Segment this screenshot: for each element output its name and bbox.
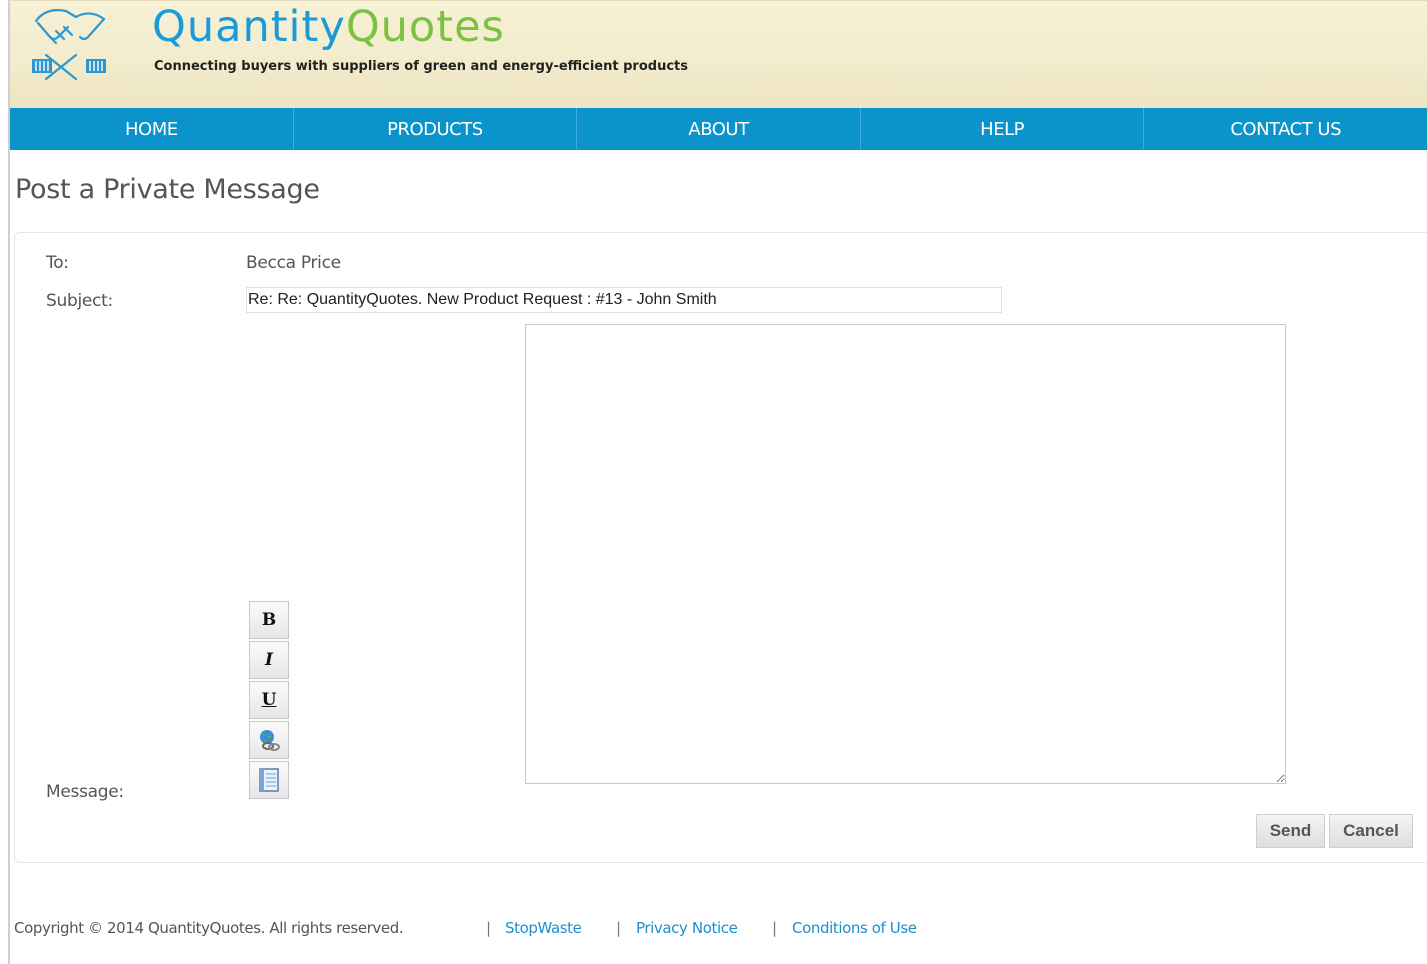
nav-contact-us[interactable]: CONTACT US <box>1143 108 1427 150</box>
copyright-text: Copyright © 2014 QuantityQuotes. All rig… <box>14 919 404 937</box>
bold-button[interactable]: B <box>249 601 289 639</box>
italic-button[interactable]: I <box>249 641 289 679</box>
handshake-logo-icon <box>32 9 106 81</box>
notebook-icon <box>259 768 279 792</box>
recipient-name: Becca Price <box>246 253 341 273</box>
to-label: To: <box>46 253 69 273</box>
footer-link-privacy-notice[interactable]: Privacy Notice <box>636 919 738 937</box>
brand-part-quotes: Quotes <box>345 2 505 52</box>
footer-separator: | <box>772 919 777 937</box>
footer-separator: | <box>616 919 621 937</box>
footer-separator: | <box>486 919 491 937</box>
footer-link-conditions-of-use[interactable]: Conditions of Use <box>792 919 917 937</box>
site-tagline: Connecting buyers with suppliers of gree… <box>154 59 688 74</box>
footer-link-stopwaste[interactable]: StopWaste <box>505 919 582 937</box>
nav-about[interactable]: ABOUT <box>576 108 860 150</box>
underline-button[interactable]: U <box>249 681 289 719</box>
insert-quote-button[interactable] <box>249 761 289 799</box>
insert-link-button[interactable] <box>249 721 289 759</box>
message-textarea[interactable] <box>525 324 1286 784</box>
nav-home[interactable]: HOME <box>10 108 293 150</box>
subject-label: Subject: <box>46 291 113 311</box>
site-header: QuantityQuotes Connecting buyers with su… <box>10 0 1427 109</box>
cancel-button[interactable]: Cancel <box>1329 814 1413 848</box>
brand-part-quantity: Quantity <box>152 2 346 52</box>
main-nav: HOME PRODUCTS ABOUT HELP CONTACT US <box>10 108 1427 150</box>
link-globe-icon <box>260 730 280 751</box>
nav-help[interactable]: HELP <box>859 108 1144 150</box>
formatting-toolbar: B I U <box>249 601 289 801</box>
nav-products[interactable]: PRODUCTS <box>292 108 577 150</box>
message-label: Message: <box>46 782 124 802</box>
brand-logo-text[interactable]: QuantityQuotes <box>152 0 505 57</box>
subject-input[interactable] <box>246 287 1002 313</box>
page-title: Post a Private Message <box>15 174 320 205</box>
send-button[interactable]: Send <box>1256 814 1325 848</box>
